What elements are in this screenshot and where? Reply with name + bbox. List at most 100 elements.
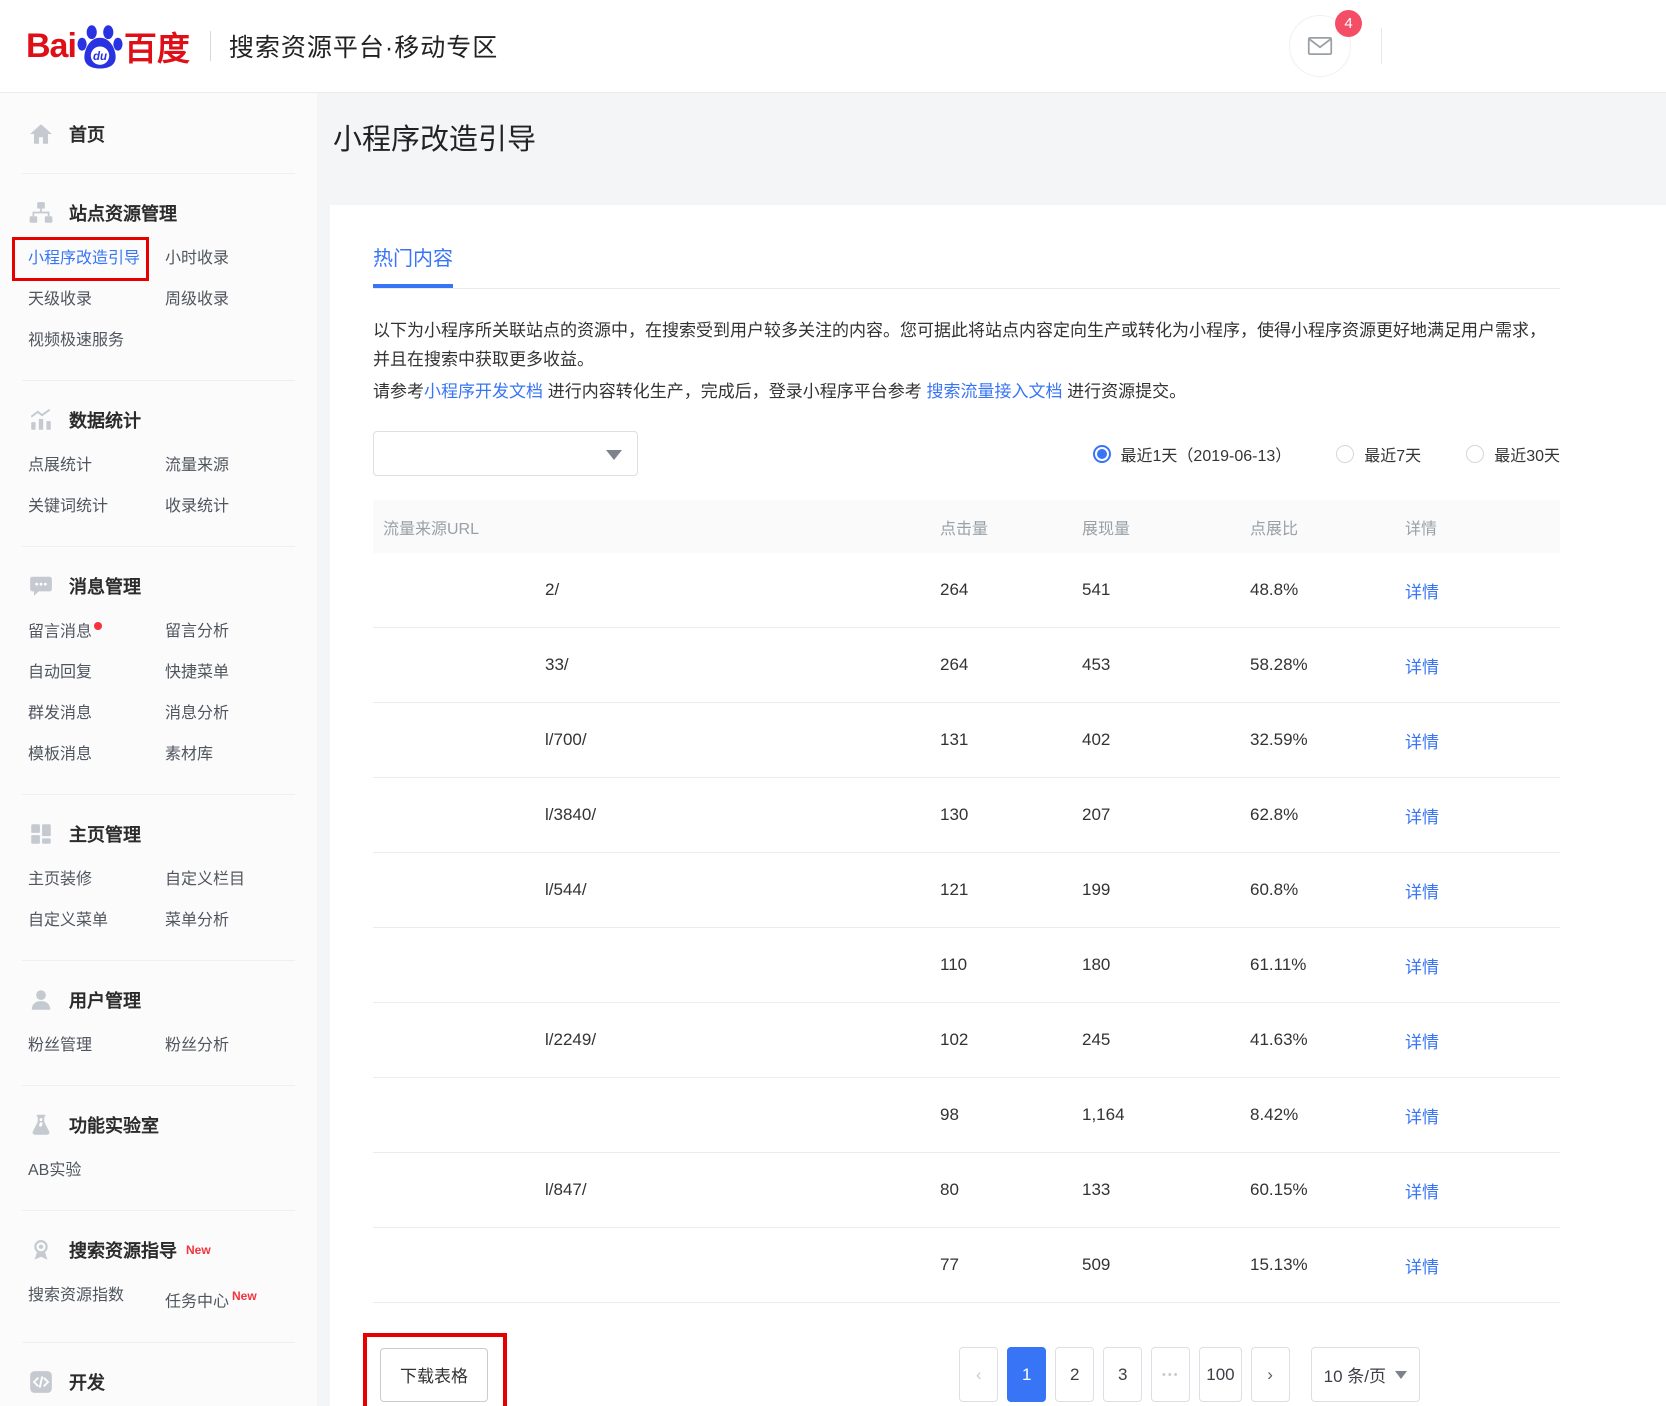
radio-label: 最近30天 <box>1494 442 1560 466</box>
section-title: 站点资源管理 <box>69 200 177 226</box>
clicks-value: 130 <box>930 805 1072 825</box>
sidebar-item-broadcast[interactable]: 群发消息 <box>28 704 92 724</box>
sidebar-item-search-index[interactable]: 搜索资源指数 <box>28 1286 124 1312</box>
table-row: 2/ 264 541 48.8% 详情 <box>373 553 1560 628</box>
chevron-down-icon <box>606 450 622 460</box>
radio-last-30-days[interactable]: 最近30天 <box>1466 442 1560 466</box>
sidebar-item-home[interactable]: 首页 <box>0 93 317 173</box>
section-title: 搜索资源指导 <box>69 1237 177 1263</box>
sidebar-item-task-center[interactable]: 任务中心New <box>165 1286 257 1312</box>
sidebar-item-video-service[interactable]: 视频极速服务 <box>28 331 124 351</box>
user-icon <box>28 987 54 1013</box>
sidebar-section-statistics: 数据统计 点展统计 流量来源 关键词统计 收录统计 <box>22 380 295 546</box>
detail-link[interactable]: 详情 <box>1405 808 1439 827</box>
url-fragment: 2/ <box>545 580 559 599</box>
sidebar-home-label: 首页 <box>69 121 105 147</box>
sidebar-item-weekly-index[interactable]: 周级收录 <box>165 290 229 310</box>
sidebar-item-hourly-index[interactable]: 小时收录 <box>165 249 229 269</box>
search-traffic-doc-link[interactable]: 搜索流量接入文档 <box>926 382 1062 401</box>
pagination-prev-button[interactable]: ‹ <box>959 1347 998 1402</box>
pagination-page-3[interactable]: 3 <box>1103 1347 1142 1402</box>
sidebar-item-custom-column[interactable]: 自定义栏目 <box>165 870 245 890</box>
sidebar-item-comment-analysis[interactable]: 留言分析 <box>165 622 229 642</box>
col-impressions: 展现量 <box>1072 515 1240 539</box>
sidebar-item-daily-index[interactable]: 天级收录 <box>28 290 92 310</box>
section-header: 用户管理 <box>28 987 295 1013</box>
pagination-page-1[interactable]: 1 <box>1007 1347 1046 1402</box>
tab-hot-content[interactable]: 热门内容 <box>373 242 453 288</box>
bar-chart-icon <box>28 407 54 433</box>
table-row: 110 180 61.11% 详情 <box>373 928 1560 1003</box>
detail-link[interactable]: 详情 <box>1405 883 1439 902</box>
chevron-down-icon <box>1395 1371 1407 1379</box>
download-annotation-box: 下载表格 <box>380 1348 488 1402</box>
sidebar-item-comments[interactable]: 留言消息 <box>28 622 102 642</box>
desc-suffix: 进行资源提交。 <box>1062 382 1186 401</box>
radio-last-1-day[interactable]: 最近1天（2019-06-13） <box>1093 442 1292 466</box>
sidebar-item-ab-test[interactable]: AB实验 <box>28 1161 81 1181</box>
radio-dot <box>1466 445 1484 463</box>
sidebar-item-label: 任务中心 <box>165 1294 229 1311</box>
radio-label: 最近1天（2019-06-13） <box>1121 442 1292 466</box>
sidebar-item-label: 留言消息 <box>28 623 92 640</box>
mail-button[interactable]: 4 <box>1289 15 1351 77</box>
radio-last-7-days[interactable]: 最近7天 <box>1336 442 1421 466</box>
sidebar-item-message-analysis[interactable]: 消息分析 <box>165 704 229 724</box>
sidebar-item-fans-analysis[interactable]: 粉丝分析 <box>165 1036 229 1056</box>
sidebar-section-site-resources: 站点资源管理 小程序改造引导 小时收录 天级收录 周级收录 视频极速服务 <box>22 173 295 380</box>
pagination-page-100[interactable]: 100 <box>1199 1347 1241 1402</box>
pagination-next-button[interactable]: › <box>1251 1347 1290 1402</box>
sidebar-item-homepage-decor[interactable]: 主页装修 <box>28 870 92 890</box>
page-size-select[interactable]: 10 条/页 <box>1311 1347 1420 1402</box>
sidebar-item-miniapp-guide[interactable]: 小程序改造引导 <box>28 249 140 269</box>
detail-link[interactable]: 详情 <box>1405 658 1439 677</box>
detail-link[interactable]: 详情 <box>1405 1258 1439 1277</box>
ratio-value: 32.59% <box>1240 730 1395 750</box>
home-icon <box>28 121 54 147</box>
product-title: 搜索资源平台·移动专区 <box>229 28 498 64</box>
sidebar-item-traffic-source[interactable]: 流量来源 <box>165 456 229 476</box>
topbar-right: 4 <box>1289 15 1382 77</box>
sidebar-item-index-stats[interactable]: 收录统计 <box>165 497 229 517</box>
desc-prefix: 请参考 <box>373 382 424 401</box>
sidebar-item-keyword-stats[interactable]: 关键词统计 <box>28 497 108 517</box>
clicks-value: 264 <box>930 580 1072 600</box>
content-card: 热门内容 以下为小程序所关联站点的资源中，在搜索受到用户较多关注的内容。您可据此… <box>330 205 1666 1406</box>
mail-icon <box>1305 31 1335 61</box>
pagination: ‹ 1 2 3 ••• 100 › 10 条/页 <box>959 1347 1420 1402</box>
detail-link[interactable]: 详情 <box>1405 1033 1439 1052</box>
code-icon <box>28 1369 54 1395</box>
site-select-dropdown[interactable] <box>373 431 638 476</box>
new-badge: New <box>232 1289 257 1303</box>
baidu-logo[interactable]: Bai du 百度 <box>26 22 190 70</box>
table-row: l/544/ 121 199 60.8% 详情 <box>373 853 1560 928</box>
impressions-value: 207 <box>1072 805 1240 825</box>
clicks-value: 102 <box>930 1030 1072 1050</box>
sidebar-item-fans-manage[interactable]: 粉丝管理 <box>28 1036 92 1056</box>
detail-link[interactable]: 详情 <box>1405 733 1439 752</box>
detail-link[interactable]: 详情 <box>1405 958 1439 977</box>
ratio-value: 58.28% <box>1240 655 1395 675</box>
sidebar-item-template-message[interactable]: 模板消息 <box>28 745 92 765</box>
logo-text-bai: Bai <box>26 27 76 66</box>
sidebar-item-media-library[interactable]: 素材库 <box>165 745 213 765</box>
sidebar-item-menu-analysis[interactable]: 菜单分析 <box>165 911 229 931</box>
download-table-button[interactable]: 下载表格 <box>380 1348 488 1402</box>
section-header: 站点资源管理 <box>28 200 295 226</box>
logo-text-cn: 百度 <box>124 22 190 70</box>
section-title: 主页管理 <box>69 821 141 847</box>
table-footer: 下载表格 ‹ 1 2 3 ••• 100 › 10 条/页 <box>373 1347 1560 1402</box>
pagination-ellipsis[interactable]: ••• <box>1151 1347 1190 1402</box>
clicks-value: 98 <box>930 1105 1072 1125</box>
detail-link[interactable]: 详情 <box>1405 1108 1439 1127</box>
sidebar-item-quick-menu[interactable]: 快捷菜单 <box>165 663 229 683</box>
sidebar-item-click-stats[interactable]: 点展统计 <box>28 456 92 476</box>
clicks-value: 77 <box>930 1255 1072 1275</box>
sidebar-item-custom-menu[interactable]: 自定义菜单 <box>28 911 108 931</box>
sidebar-item-auto-reply[interactable]: 自动回复 <box>28 663 92 683</box>
miniapp-dev-doc-link[interactable]: 小程序开发文档 <box>424 382 543 401</box>
pagination-page-2[interactable]: 2 <box>1055 1347 1094 1402</box>
clicks-value: 110 <box>930 955 1072 975</box>
detail-link[interactable]: 详情 <box>1405 583 1439 602</box>
detail-link[interactable]: 详情 <box>1405 1183 1439 1202</box>
